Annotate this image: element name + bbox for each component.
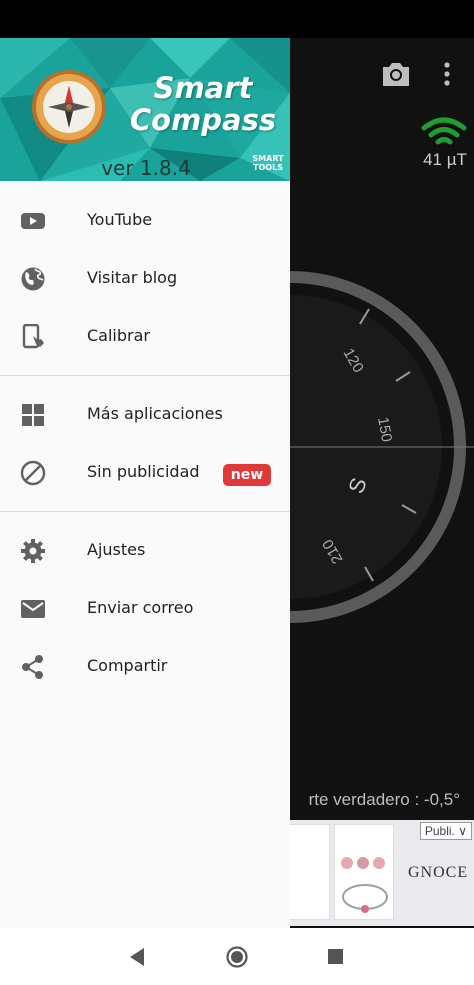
menu-item-more-apps[interactable]: Más aplicaciones — [0, 385, 290, 443]
menu-item-label: Calibrar — [87, 326, 150, 345]
app-title-line2: Compass — [129, 103, 277, 137]
status-bar — [0, 0, 474, 38]
menu-divider — [0, 375, 290, 376]
mail-icon — [21, 600, 45, 618]
camera-icon[interactable] — [380, 58, 412, 90]
menu-item-label: Enviar correo — [87, 598, 194, 617]
menu-item-label: Sin publicidad — [87, 462, 200, 481]
wifi-signal-icon — [421, 117, 467, 145]
app-title: Smart Compass — [128, 72, 278, 136]
compass-logo-icon — [32, 70, 106, 144]
publisher-line2: TOOLS — [253, 163, 283, 172]
ad-product-image — [290, 824, 330, 920]
navigation-drawer: Smart Compass ver 1.8.4 SMART TOOLS YouT… — [0, 38, 290, 928]
ad-product-image — [334, 824, 394, 920]
apps-grid-icon — [22, 404, 44, 426]
gear-icon — [21, 539, 45, 563]
system-nav-bar — [0, 928, 474, 985]
publisher-logo: SMART TOOLS — [248, 154, 288, 172]
drawer-header: Smart Compass ver 1.8.4 SMART TOOLS — [0, 38, 290, 181]
menu-item-calibrate[interactable]: Calibrar — [0, 307, 290, 365]
menu-item-share[interactable]: Compartir — [0, 637, 290, 695]
calibrate-phone-icon — [22, 324, 44, 349]
no-ads-icon — [20, 460, 46, 486]
back-icon[interactable] — [128, 947, 146, 967]
ad-choices-badge[interactable]: Publi. ∨ — [419, 822, 472, 840]
more-options-icon[interactable] — [437, 60, 457, 90]
ad-banner[interactable]: Publi. ∨ GNOCE — [290, 820, 474, 926]
menu-item-label: Compartir — [87, 656, 168, 675]
globe-icon — [21, 267, 45, 291]
share-icon — [22, 655, 43, 679]
home-icon[interactable] — [226, 946, 248, 968]
menu-item-label: Ajustes — [87, 540, 146, 559]
menu-item-no-ads[interactable]: Sin publicidad new — [0, 443, 290, 501]
menu-item-label: Más aplicaciones — [87, 404, 223, 423]
menu-item-label: YouTube — [87, 210, 153, 229]
menu-item-send-email[interactable]: Enviar correo — [0, 579, 290, 637]
new-badge: new — [223, 464, 271, 486]
menu-item-youtube[interactable]: YouTube — [0, 191, 290, 249]
youtube-icon — [21, 213, 45, 229]
publisher-line1: SMART — [252, 154, 284, 163]
declination-readout: rte verdadero : -0,5° — [308, 790, 460, 809]
menu-item-label: Visitar blog — [87, 268, 178, 287]
magnetic-field-readout: 41 µT — [423, 150, 467, 169]
app-version: ver 1.8.4 — [101, 156, 191, 180]
app-title-line1: Smart — [153, 71, 253, 105]
ad-brand-logo: GNOCE — [408, 864, 469, 881]
menu-item-blog[interactable]: Visitar blog — [0, 249, 290, 307]
recents-icon[interactable] — [328, 949, 343, 964]
menu-item-settings[interactable]: Ajustes — [0, 521, 290, 579]
menu-divider — [0, 511, 290, 512]
